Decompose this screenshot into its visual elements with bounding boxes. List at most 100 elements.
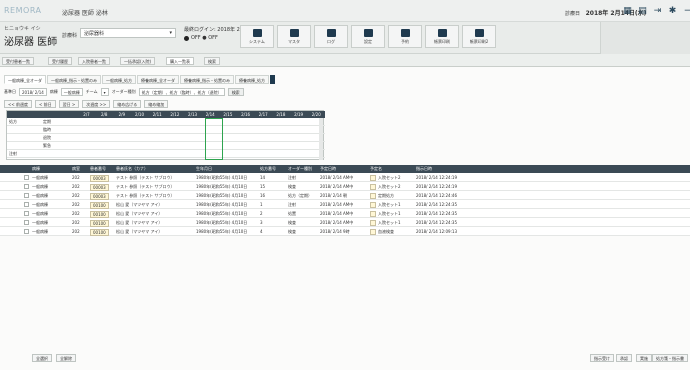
toolbar-label: システム [249,38,265,44]
row-checkbox[interactable] [24,175,29,180]
select-all-button[interactable]: 全選択 [32,354,52,362]
cell-patient-name: テスト 参照（テスト サブロウ） [116,193,175,198]
toolbar-master-button[interactable]: マスタ [277,25,311,48]
clear-all-button[interactable]: 全解除 [56,354,76,362]
user-name-area: ヒニョウキ イシ 泌尿器 医師 [4,25,57,48]
cell-schedule-name: 入院セット1 [378,202,401,207]
cell-patient-id[interactable]: 00003 [90,184,109,191]
toolbar-settings-button[interactable]: 設定 [351,25,385,48]
cell-patient-name: 松山 愛（マツヤマ アイ） [116,220,163,225]
subtab-general-rx[interactable]: 一般病棟_処方 [102,75,136,84]
receive-order-button[interactable]: 指示受け [590,354,614,362]
search-button[interactable]: 検索 [227,88,244,96]
team-select[interactable]: ▾ [100,88,109,96]
cell-order-type: 処置 [288,211,296,216]
cell-birth: 1980年(昭和55年) 4月10日 [196,184,248,189]
cell-birth: 1980年(昭和55年) 4月10日 [196,175,248,180]
table-row[interactable]: 一般病棟 202 00100 松山 愛（マツヤマ アイ） 1980年(昭和55年… [0,200,690,209]
user-kana: ヒニョウキ イシ [4,26,41,32]
grid-icon[interactable]: ▦ [622,5,633,16]
base-date-input[interactable]: 2018/ 2/14 [19,88,47,96]
app-logo: REMORA [4,6,42,15]
sched-date: 2/15 [223,112,233,117]
next-week-button[interactable]: 次週度 >> [82,100,111,108]
cell-patient-id[interactable]: 00003 [90,175,109,182]
execute-button[interactable]: 実施 [636,354,652,362]
tab-history[interactable]: 受付履歴 [48,57,72,65]
sched-date: 2/8 [100,112,108,117]
expand-button[interactable]: 縮め広げる [113,100,142,108]
cell-instructed: 2018/ 2/14 12:24:19 [416,184,458,189]
date-label: 診療日 [565,11,581,17]
order-type-select[interactable]: 処方（定期）、処方（臨時）、処方（退院） [138,88,225,96]
prev-day-button[interactable]: < 前日 [34,100,56,108]
schedule-flag-icon [370,175,376,181]
cell-patient-id[interactable]: 00100 [90,220,109,227]
row-checkbox[interactable] [24,229,29,234]
toolbar-print2-button[interactable]: 帳票印刷2 [462,25,496,48]
log-icon [326,28,336,37]
schedule-scrollbar[interactable] [319,118,323,160]
row-checkbox[interactable] [24,220,29,225]
prescription-print-button[interactable]: 処方箋・指示書 [652,354,688,362]
row-group [7,134,43,141]
cell-room: 202 [72,229,80,234]
row-checkbox[interactable] [24,211,29,216]
col-room: 病室 [72,166,80,171]
monitor-icon [252,28,262,37]
table-row[interactable]: 一般病棟 202 00003 テスト 参照（テスト サブロウ） 1980年(昭和… [0,191,690,200]
cell-birth: 1980年(昭和55年) 4月10日 [196,229,248,234]
table-row[interactable]: 一般病棟 202 00100 松山 愛（マツヤマ アイ） 1980年(昭和55年… [0,209,690,218]
layout-icon[interactable]: ▤ [637,5,648,16]
table-row[interactable]: 一般病棟 202 00100 松山 愛（マツヤマ アイ） 1980年(昭和55年… [0,218,690,227]
toolbar-system-button[interactable]: システム [240,25,274,48]
window-controls: ▦ ▤ ⇥ ✱ − ▫ [622,5,690,16]
tab-purchase[interactable]: 購入一覧表 [166,57,194,65]
row-checkbox[interactable] [24,202,29,207]
subtab-general-proc[interactable]: 一般病棟_指示・処置のみ [47,75,101,84]
cell-room: 202 [72,184,80,189]
cell-birth: 1980年(昭和55年) 4月10日 [196,202,248,207]
table-row[interactable]: 一般病棟 202 00003 テスト 参照（テスト サブロウ） 1980年(昭和… [0,182,690,191]
tab-bulk-approve[interactable]: 一括承認(入院) [120,57,156,65]
schedule-header: 2/7 2/8 2/9 2/10 2/11 2/12 2/13 2/14 2/1… [7,111,325,118]
cell-room: 202 [72,202,80,207]
ward-select[interactable]: 一般病棟 [60,88,83,96]
tab-inpatient[interactable]: 入院患者一覧 [78,57,110,65]
subtab-care-proc[interactable]: 療養病棟_指示・処置のみ [180,75,234,84]
toolbar-log-button[interactable]: ログ [314,25,348,48]
minimize-icon[interactable]: − [682,5,690,16]
more-tabs-icon[interactable] [270,75,275,84]
schedule-flag-icon [370,211,376,217]
cell-rx-no: 15 [260,184,266,189]
gear-icon[interactable]: ✱ [667,5,678,16]
toolbar-reserve-button[interactable]: 予約 [388,25,422,48]
dept-value: 泌尿器科 [84,31,105,37]
subtab-care-all[interactable]: 療養病棟_全オーダ [137,75,179,84]
cell-patient-id[interactable]: 00100 [90,202,109,209]
row-group: 注射 [9,151,17,156]
cell-patient-id[interactable]: 00100 [90,211,109,218]
cell-patient-id[interactable]: 00100 [90,229,109,236]
table-row[interactable]: 一般病棟 202 00003 テスト 参照（テスト サブロウ） 1980年(昭和… [0,173,690,182]
table-row[interactable]: 一般病棟 202 00100 松山 愛（マツヤマ アイ） 1980年(昭和55年… [0,227,690,236]
next-day-button[interactable]: 翌日 > [58,100,80,108]
approve-button[interactable]: 承認 [616,354,632,362]
tab-reception[interactable]: 受付患者一覧 [2,57,34,65]
schedule-flag-icon [370,193,376,199]
save-icon [437,28,447,37]
cell-patient-id[interactable]: 00003 [90,193,109,200]
prev-week-button[interactable]: << 前週度 [4,100,32,108]
row-checkbox[interactable] [24,193,29,198]
cell-ward: 一般病棟 [32,184,48,189]
logout-icon[interactable]: ⇥ [652,5,663,16]
sched-date: 2/11 [152,112,162,117]
col-ward: 病棟 [32,166,40,171]
subtab-care-rx[interactable]: 療養病棟_処方 [235,75,269,84]
subtab-general-all[interactable]: 一般病棟_全オーダ [4,75,46,84]
row-checkbox[interactable] [24,184,29,189]
toolbar-print-button[interactable]: 帳票印刷 [425,25,459,48]
tab-search[interactable]: 検索 [204,57,220,65]
collapse-button[interactable]: 縮め縮加 [144,100,169,108]
dept-select[interactable]: 泌尿器科 ▾ [80,28,176,38]
